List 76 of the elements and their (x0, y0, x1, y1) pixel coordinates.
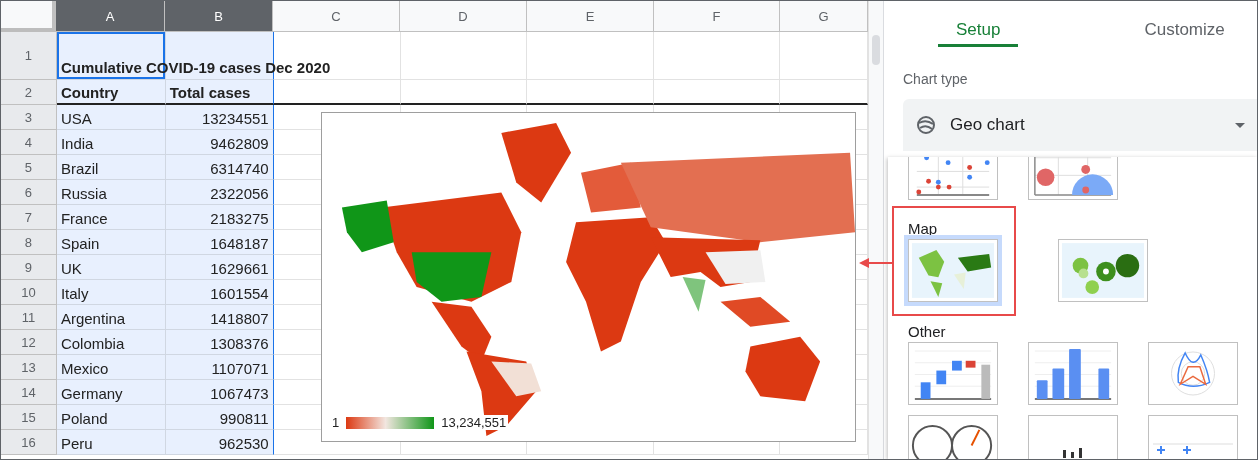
table-cell: Brazil (56, 155, 166, 180)
table-cell: Spain (56, 230, 166, 255)
scrollbar[interactable] (868, 1, 883, 459)
column-header[interactable]: G (780, 1, 868, 32)
table-cell: 1601554 (165, 280, 274, 305)
scorecard-icon (1063, 447, 1083, 458)
pointer-arrow (859, 257, 893, 269)
world-map-icon (909, 240, 997, 301)
table-cell: Russia (56, 180, 166, 205)
legend-min-label: 1 (332, 415, 340, 430)
globe-icon (916, 115, 936, 135)
bubble-map-icon (1059, 240, 1147, 301)
table-cell: France (56, 205, 166, 230)
row-header[interactable]: 5 (1, 155, 57, 180)
chart-type-option[interactable] (1058, 239, 1148, 302)
table-cell: Peru (56, 430, 166, 455)
table-cell: Mexico (56, 355, 166, 380)
row-header[interactable]: 3 (1, 105, 57, 130)
table-cell: 2322056 (165, 180, 274, 205)
row-header[interactable]: 2 (1, 80, 57, 105)
table-cell: Colombia (56, 330, 166, 355)
row-header[interactable]: 6 (1, 180, 57, 205)
column-header[interactable]: F (654, 1, 780, 32)
chart-type-dropdown[interactable]: Geo chart (903, 99, 1257, 151)
column-header[interactable]: E (527, 1, 654, 32)
row-header[interactable]: 15 (1, 405, 57, 430)
table-cell: Poland (56, 405, 166, 430)
column-header[interactable]: C (273, 1, 400, 32)
table-cell: Germany (56, 380, 166, 405)
row-header[interactable]: 11 (1, 305, 57, 330)
caret-icon (1235, 122, 1245, 128)
table-cell: 1418807 (165, 305, 274, 330)
row-header[interactable]: 1 (1, 32, 57, 80)
table-cell: 1308376 (165, 330, 274, 355)
column-header[interactable]: B (165, 1, 273, 32)
table-cell: 990811 (165, 405, 274, 430)
legend-max-label: 13,234,551 (441, 415, 507, 430)
table-cell: Argentina (56, 305, 166, 330)
row-header[interactable]: 9 (1, 255, 57, 280)
select-all-corner[interactable] (1, 1, 56, 32)
row-header[interactable]: 10 (1, 280, 57, 305)
chart-type-option[interactable] (908, 342, 998, 405)
chart-type-option[interactable] (908, 239, 998, 302)
table-cell: Total cases (165, 80, 274, 105)
column-header[interactable]: A (56, 1, 165, 32)
section-title: Other (908, 322, 947, 342)
column-header[interactable]: D (400, 1, 527, 32)
table-cell: 13234551 (165, 105, 274, 130)
row-header[interactable]: 14 (1, 380, 57, 405)
row-header[interactable]: 4 (1, 130, 57, 155)
table-cell: Country (56, 80, 166, 105)
table-cell: 1648187 (165, 230, 274, 255)
table-cell: 9462809 (165, 130, 274, 155)
table-cell: 2183275 (165, 205, 274, 230)
table-cell: Italy (56, 280, 166, 305)
field-label: Chart type (902, 70, 969, 89)
tab[interactable]: Customize (1126, 1, 1243, 47)
row-header[interactable]: 12 (1, 330, 57, 355)
table-cell: 1067473 (165, 380, 274, 405)
row-header[interactable]: 16 (1, 430, 57, 455)
table-cell: 1629661 (165, 255, 274, 280)
table-cell: UK (56, 255, 166, 280)
table-cell: 6314740 (165, 155, 274, 180)
timeline-chart-icon (1153, 442, 1233, 455)
scrollbar-thumb[interactable] (872, 35, 880, 65)
chart-type-option[interactable] (1028, 342, 1118, 405)
row-header[interactable]: 7 (1, 205, 57, 230)
row-header[interactable]: 13 (1, 355, 57, 380)
section-title: Map (908, 220, 939, 239)
table-cell: India (56, 130, 166, 155)
chart-type-option[interactable] (1148, 342, 1238, 405)
table-cell: 962530 (165, 430, 274, 455)
tab[interactable]: Setup (938, 1, 1019, 47)
table-cell: 1107071 (165, 355, 274, 380)
table-cell: USA (56, 105, 166, 130)
row-header[interactable]: 8 (1, 230, 57, 255)
